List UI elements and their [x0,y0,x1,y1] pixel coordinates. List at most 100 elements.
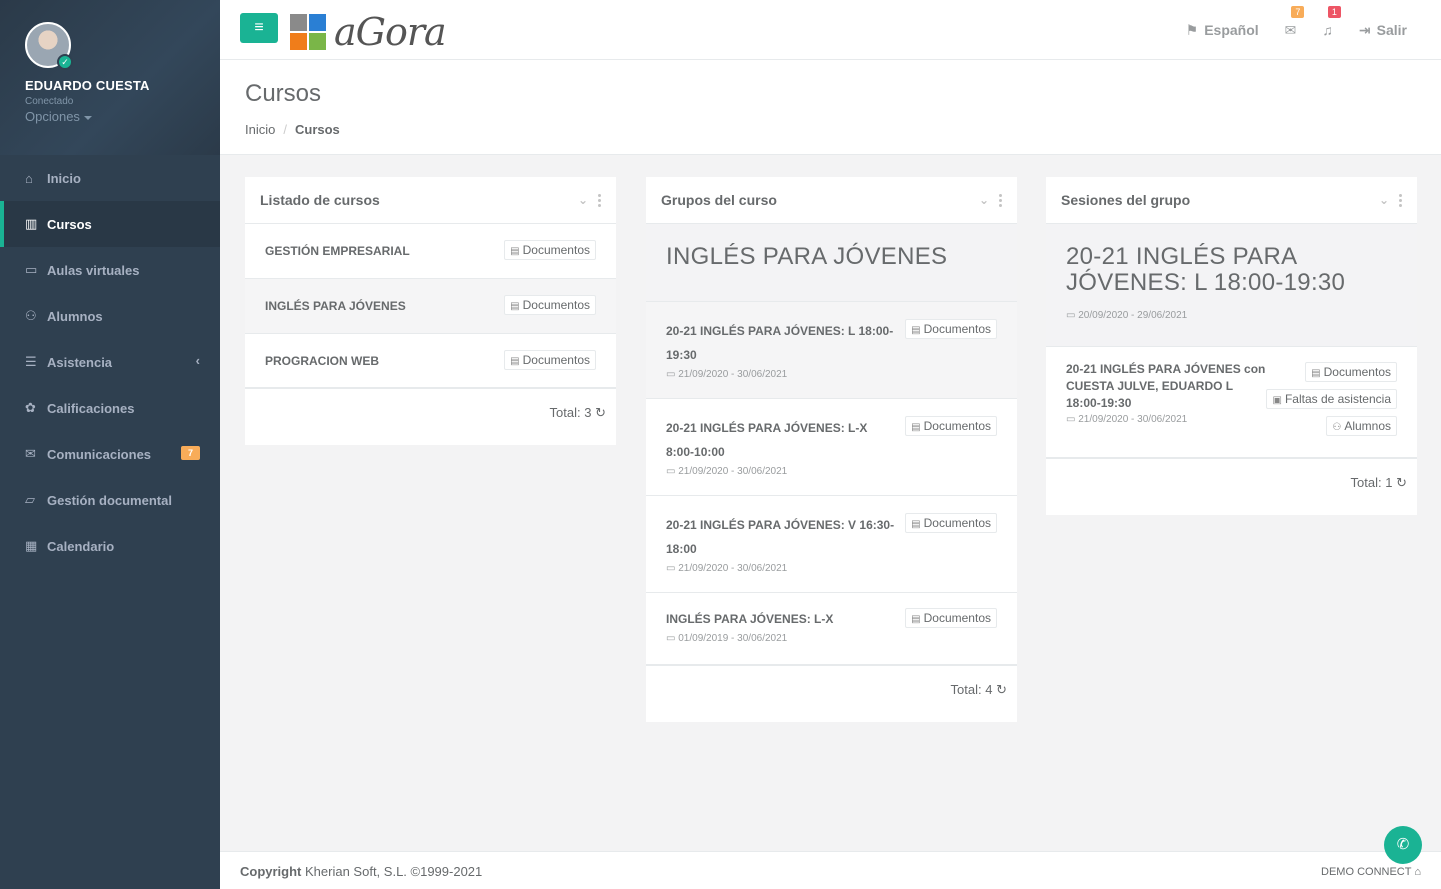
document-icon: ▤ [510,356,520,367]
absences-button[interactable]: ▣ Faltas de asistencia [1266,389,1397,409]
documents-button[interactable]: ▤ Documentos [504,350,596,370]
students-icon: ⚇ [1332,422,1342,433]
refresh-icon[interactable]: ↻ [996,682,1007,697]
sidebar-item-label: Comunicaciones [47,446,152,462]
calendar-icon: ▭ [666,563,679,574]
sidebar-item-comunicaciones[interactable]: ✉ Comunicaciones 7 [0,431,220,477]
selected-group-banner: 20-21 INGLÉS PARA JÓVENES: L 18:00-19:30… [1046,224,1417,347]
institution-icon: ⌂ [1414,866,1421,878]
kebab-menu-icon[interactable] [1399,193,1402,207]
course-row[interactable]: GESTIÓN EMPRESARIAL ▤ Documentos [245,224,616,279]
sidebar-item-gestion-documental[interactable]: ▱ Gestión documental [0,477,220,523]
kebab-menu-icon[interactable] [999,193,1002,207]
calendar-icon: ▭ [666,369,679,380]
avatar[interactable]: ✓ [25,22,73,70]
courses-panel: Listado de cursos ⌄ GESTIÓN EMPRESARIAL … [245,177,616,445]
calendar-icon: ▭ [1066,310,1079,321]
documents-button[interactable]: ▤ Documentos [504,240,596,260]
calendar-icon: ▦ [25,538,38,553]
documents-button[interactable]: ▤ Documentos [905,608,997,628]
course-row[interactable]: PROGRACION WEB ▤ Documentos [245,334,616,389]
chevron-down-icon[interactable]: ⌄ [979,193,989,207]
logout-label: Salir [1376,22,1407,38]
sidebar-item-calificaciones[interactable]: ✿ Calificaciones [0,385,220,431]
language-label: Español [1204,22,1259,38]
students-icon: ⚇ [25,308,37,323]
panel-header: Grupos del curso ⌄ [646,177,1017,224]
course-row[interactable]: INGLÉS PARA JÓVENES ▤ Documentos [245,279,616,334]
documents-button[interactable]: ▤ Documentos [905,319,997,339]
document-icon: ▤ [911,325,921,336]
banner-title: INGLÉS PARA JÓVENES [666,243,948,270]
refresh-icon[interactable]: ↻ [595,405,606,420]
refresh-icon[interactable]: ↻ [1396,475,1407,490]
group-row[interactable]: INGLÉS PARA JÓVENES: L-X ▭ 01/09/2019 - … [646,593,1017,666]
panel-header: Sesiones del grupo ⌄ [1046,177,1417,224]
profile: ✓ EDUARDO CUESTA Conectado Opciones [0,0,220,155]
logout-button[interactable]: ⇥ Salir [1359,22,1407,39]
check-icon: ✓ [57,54,73,70]
sidebar-item-label: Cursos [47,216,92,232]
document-icon: ▤ [911,614,921,625]
group-name: 20-21 INGLÉS PARA JÓVENES: L 18:00-19:30 [666,324,894,362]
envelope-icon: ✉ [1284,21,1297,38]
kebab-menu-icon[interactable] [598,193,601,207]
documents-button[interactable]: ▤ Documentos [504,295,596,315]
envelope-icon: ✉ [25,446,36,461]
sidebar-item-asistencia[interactable]: ☰ Asistencia ‹ [0,339,220,385]
menu-toggle-button[interactable]: ≡ [240,13,278,43]
page-heading: Cursos Inicio / Cursos [220,60,1441,155]
session-row[interactable]: 20-21 INGLÉS PARA JÓVENES con CUESTA JUL… [1046,347,1417,459]
sidebar-item-label: Gestión documental [47,492,172,508]
options-dropdown[interactable]: Opciones [25,109,195,124]
topbar: ≡ aGora ⚑ Español ✉ 7 ♫ 1 ⇥ Salir [220,0,1441,60]
sidebar-item-label: Aulas virtuales [47,262,140,278]
document-icon: ▤ [510,246,520,257]
sidebar-item-aulas-virtuales[interactable]: ▭ Aulas virtuales [0,247,220,293]
banner-title: 20-21 INGLÉS PARA JÓVENES: L 18:00-19:30 [1066,243,1346,296]
panel-footer: Total: 4 ↻ [646,666,1017,722]
breadcrumb-current: Cursos [294,122,340,137]
notifications-button[interactable]: ♫ 1 [1322,6,1341,38]
copyright-text: Kherian Soft, S.L. ©1999-2021 [305,864,483,879]
messages-badge: 7 [1291,5,1305,18]
grades-icon: ✿ [25,400,36,415]
logo[interactable]: aGora [290,10,447,54]
sidebar-item-calendario[interactable]: ▦ Calendario [0,523,220,569]
panel-title: Grupos del curso [661,192,777,208]
group-row[interactable]: 20-21 INGLÉS PARA JÓVENES: L-X 8:00-10:0… [646,399,1017,496]
breadcrumb: Inicio / Cursos [245,122,340,137]
chevron-left-icon: ‹ [195,353,200,368]
calendar-icon: ▭ [666,633,679,644]
panel-footer: Total: 3 ↻ [245,389,616,445]
profile-name: EDUARDO CUESTA [25,78,150,93]
language-selector[interactable]: ⚑ Español [1186,22,1259,39]
sidebar-item-label: Asistencia [47,354,113,370]
group-name: 20-21 INGLÉS PARA JÓVENES: V 16:30-18:00 [666,518,895,556]
copyright-label: Copyright [240,864,302,879]
documents-button[interactable]: ▤ Documentos [1305,362,1397,382]
documents-button[interactable]: ▤ Documentos [905,416,997,436]
chevron-down-icon[interactable]: ⌄ [578,193,588,207]
group-row[interactable]: 20-21 INGLÉS PARA JÓVENES: L 18:00-19:30… [646,302,1017,399]
session-name: 20-21 INGLÉS PARA JÓVENES con CUESTA JUL… [1066,362,1266,410]
folder-icon: ▱ [25,492,35,507]
caret-down-icon [83,115,92,120]
sidebar-item-alumnos[interactable]: ⚇ Alumnos [0,293,220,339]
sidebar-item-label: Calificaciones [47,400,135,416]
group-row[interactable]: 20-21 INGLÉS PARA JÓVENES: V 16:30-18:00… [646,496,1017,593]
breadcrumb-home[interactable]: Inicio [245,122,275,137]
sidebar-item-inicio[interactable]: ⌂ Inicio [0,155,220,201]
chevron-down-icon[interactable]: ⌄ [1379,193,1389,207]
options-label: Opciones [25,109,80,124]
home-icon: ⌂ [25,170,33,186]
sidebar-item-cursos[interactable]: ▥ Cursos [0,201,220,247]
sidebar-nav: ⌂ Inicio ▥ Cursos ▭ Aulas virtuales ⚇ Al… [0,155,220,569]
chat-button[interactable]: ✆ [1384,826,1422,864]
total-count: Total: 3 [549,405,592,420]
panel-tools: ⌄ [578,193,601,207]
group-name: 20-21 INGLÉS PARA JÓVENES: L-X 8:00-10:0… [666,421,868,459]
messages-button[interactable]: ✉ 7 [1284,5,1305,39]
documents-button[interactable]: ▤ Documentos [905,513,997,533]
students-button[interactable]: ⚇ Alumnos [1326,416,1397,436]
